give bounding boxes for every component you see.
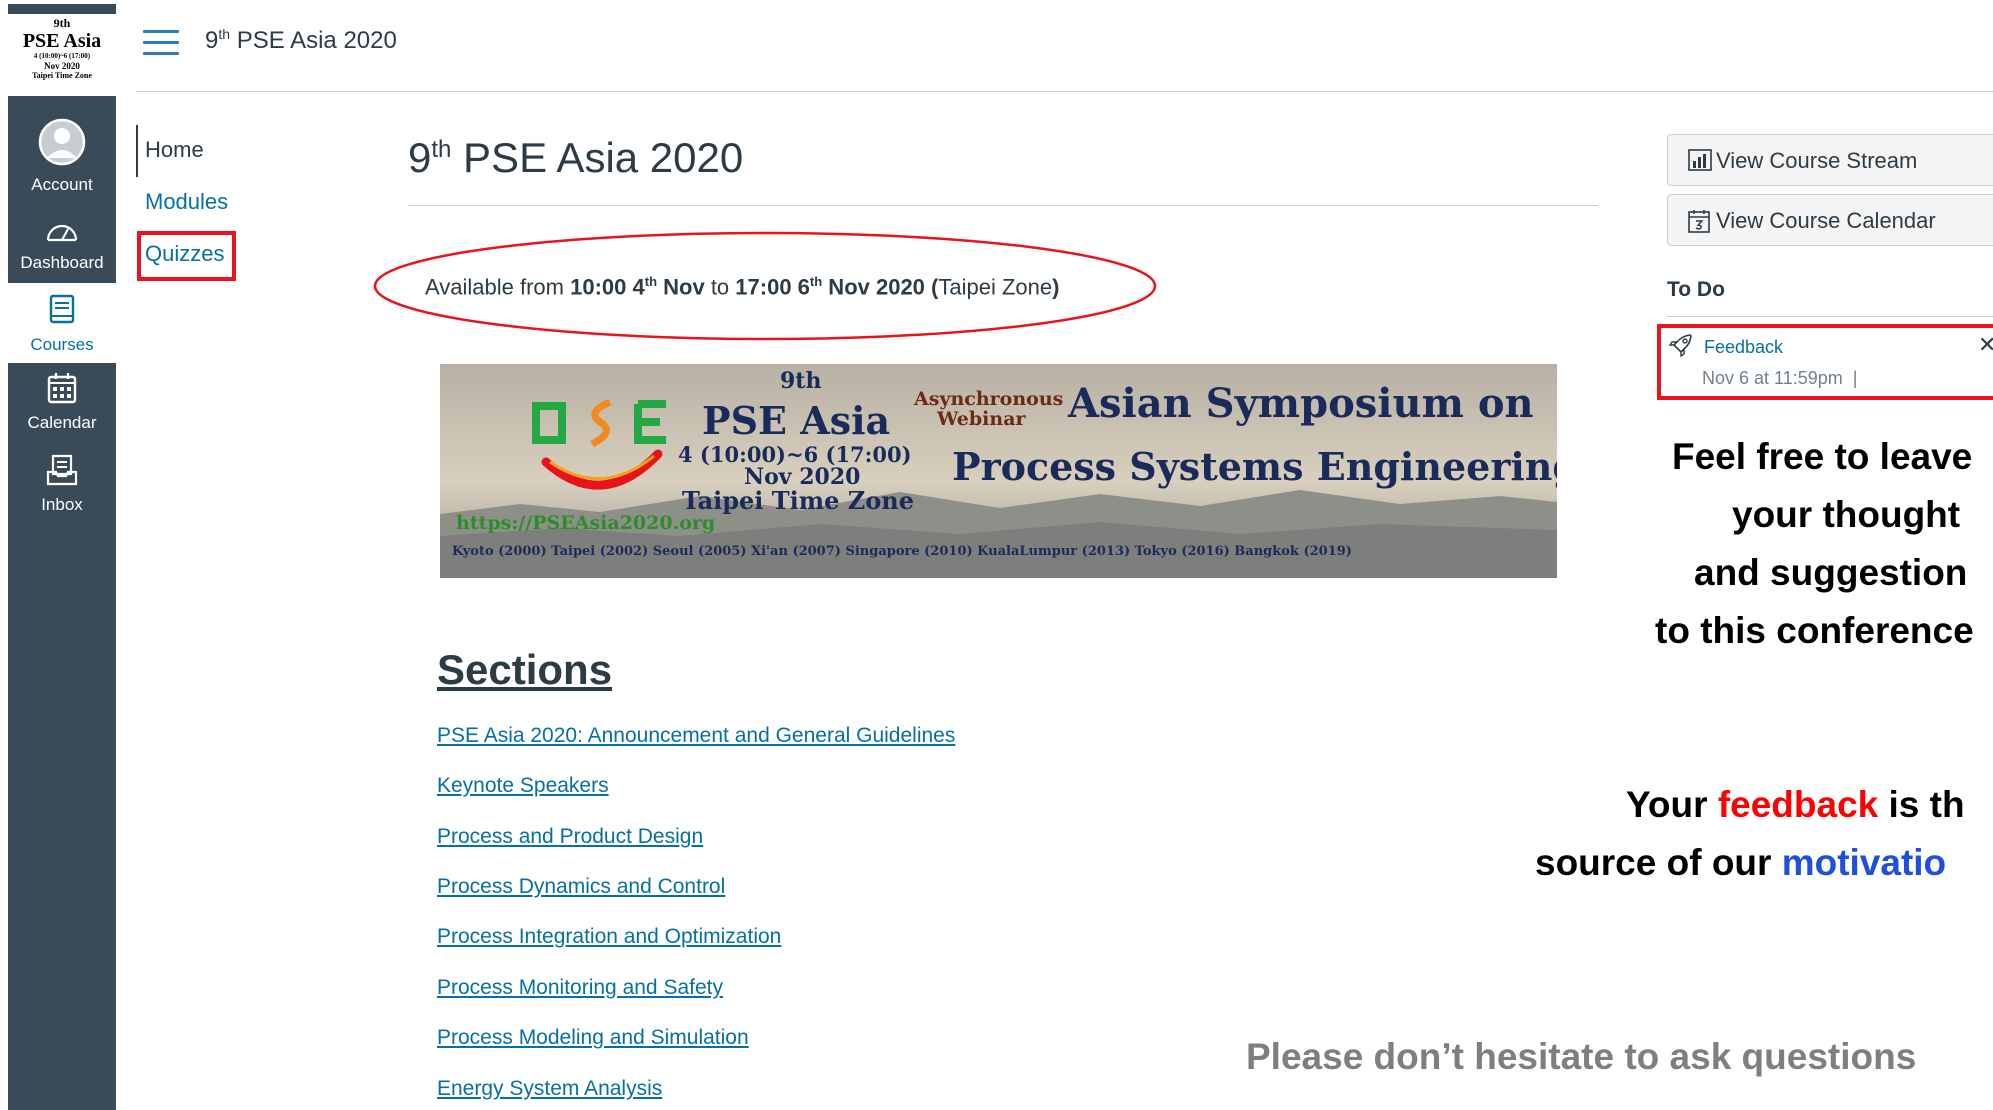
global-nav-account[interactable]: Account <box>8 118 116 195</box>
availability-middle: to <box>704 274 736 300</box>
breadcrumb-number: 9 <box>205 27 219 54</box>
availability-start-sup: th <box>644 274 658 289</box>
section-link-dynamics-control[interactable]: Process Dynamics and Control <box>437 875 725 899</box>
banner-history: Kyoto (2000) Taipei (2002) Seoul (2005) … <box>452 544 1352 559</box>
section-link-modeling[interactable]: Process Modeling and Simulation <box>437 1026 749 1050</box>
section-link-energy[interactable]: Energy System Analysis <box>437 1077 662 1101</box>
feedback-note-pre: Your <box>1626 784 1718 825</box>
availability-paren-open: ( <box>924 274 939 300</box>
pse-logo-mark <box>532 400 666 490</box>
availability-start-time: 10:00 4 <box>570 274 645 300</box>
banner-webinar: Webinar <box>937 408 1026 430</box>
view-course-stream-button[interactable]: View Course Stream <box>1667 134 1993 186</box>
sections-heading: Sections <box>437 646 613 693</box>
account-icon <box>38 118 86 166</box>
banner-url: https://PSEAsia2020.org <box>456 512 716 534</box>
header-divider <box>136 91 1993 92</box>
feedback-highlight-box <box>1657 324 1993 400</box>
conference-banner: 9th PSE Asia 4 (10:00)~6 (17:00) Nov 202… <box>440 364 1557 578</box>
global-nav-label: Dashboard <box>20 253 104 272</box>
hamburger-line <box>143 30 179 33</box>
note-line-3: and suggestion <box>1694 552 1968 593</box>
feedback-note-line-2: source of our motivatio <box>1535 842 1946 884</box>
availability-end-sup: th <box>809 274 823 289</box>
hamburger-line <box>143 41 179 44</box>
course-nav-active-indicator <box>136 125 138 177</box>
calendar-icon <box>1688 210 1710 233</box>
section-link-announcement[interactable]: PSE Asia 2020: Announcement and General … <box>437 724 955 748</box>
banner-pse-asia: PSE Asia <box>702 398 891 443</box>
availability-text: Available from 10:00 4th Nov to 17:00 6t… <box>425 274 1059 300</box>
quizzes-highlight-box <box>137 231 236 281</box>
section-link-product-design[interactable]: Process and Product Design <box>437 825 703 849</box>
banner-ordinal: 9th <box>780 368 822 394</box>
availability-prefix: Available from <box>425 274 571 300</box>
feedback-note-red: feedback <box>1717 784 1879 825</box>
title-suffix: th <box>431 136 452 163</box>
availability-end-month: Nov 2020 <box>822 274 925 300</box>
section-link-monitoring[interactable]: Process Monitoring and Safety <box>437 976 723 1000</box>
logo-zone: Taipei Time Zone <box>32 71 92 80</box>
global-nav-label: Account <box>31 175 93 194</box>
logo-ordinal: 9th <box>53 16 71 30</box>
todo-heading: To Do <box>1667 278 1725 301</box>
hamburger-line <box>143 52 179 55</box>
availability-paren-close: ) <box>1052 274 1060 300</box>
todo-divider <box>1667 316 1993 317</box>
global-nav-label: Courses <box>30 335 94 354</box>
availability-end-time: 17:00 6 <box>735 274 810 300</box>
global-nav-dashboard[interactable]: Dashboard <box>8 218 116 273</box>
banner-symposium: Asian Symposium on <box>1068 380 1534 427</box>
global-nav-inbox[interactable]: Inbox <box>8 454 116 515</box>
motivation-note-blue: motivatio <box>1781 842 1947 883</box>
inbox-icon <box>46 454 78 486</box>
logo-name: PSE Asia <box>22 30 102 52</box>
page-title: 9th PSE Asia 2020 <box>408 134 743 182</box>
global-nav-courses[interactable]: Courses <box>8 294 116 355</box>
breadcrumb-text: PSE Asia 2020 <box>230 27 397 54</box>
questions-note: Please don’t hesitate to ask questions <box>1246 1036 1917 1077</box>
course-nav-modules[interactable]: Modules <box>145 189 228 215</box>
breadcrumb-suffix: th <box>218 26 231 42</box>
site-logo[interactable]: 9th PSE Asia 4 (10:00)~6 (17:00) Nov 202… <box>8 14 116 96</box>
note-line-1: Feel free to leave <box>1672 436 1973 477</box>
banner-zone: Taipei Time Zone <box>682 486 914 515</box>
stream-icon <box>1688 149 1712 171</box>
view-course-calendar-button[interactable]: View Course Calendar <box>1667 194 1993 246</box>
feedback-note-line-1: Your feedback is th <box>1626 784 1965 826</box>
banner-engineering: Process Systems Engineering <box>952 444 1557 489</box>
note-line-4: to this conference <box>1655 610 1974 651</box>
availability-start-month: Nov <box>657 274 705 300</box>
breadcrumb[interactable]: 9th PSE Asia 2020 <box>205 26 397 55</box>
view-course-stream-label: View Course Stream <box>1716 148 1918 173</box>
global-nav-label: Inbox <box>41 495 83 514</box>
availability-zone: Taipei Zone <box>938 274 1053 300</box>
title-text: PSE Asia 2020 <box>451 134 744 181</box>
courses-icon <box>49 294 75 324</box>
title-number: 9 <box>408 134 432 181</box>
global-nav-calendar[interactable]: Calendar <box>8 372 116 433</box>
feedback-note-post: is th <box>1878 784 1965 825</box>
dashboard-icon <box>46 224 78 242</box>
note-line-2: your thought <box>1732 494 1961 535</box>
hamburger-menu-icon[interactable] <box>143 30 179 56</box>
motivation-note-pre: source of our <box>1535 842 1782 883</box>
section-link-integration[interactable]: Process Integration and Optimization <box>437 925 781 949</box>
logo-month: Nov 2020 <box>44 61 80 71</box>
course-nav-home[interactable]: Home <box>145 137 204 163</box>
logo-dates: 4 (10:00)~6 (17:00) <box>33 52 91 60</box>
banner-async: Asynchronous <box>914 388 1064 410</box>
view-course-calendar-label: View Course Calendar <box>1716 208 1936 233</box>
calendar-icon <box>47 373 77 404</box>
title-divider <box>408 205 1598 206</box>
global-nav-label: Calendar <box>27 413 97 432</box>
section-link-keynote[interactable]: Keynote Speakers <box>437 774 609 798</box>
